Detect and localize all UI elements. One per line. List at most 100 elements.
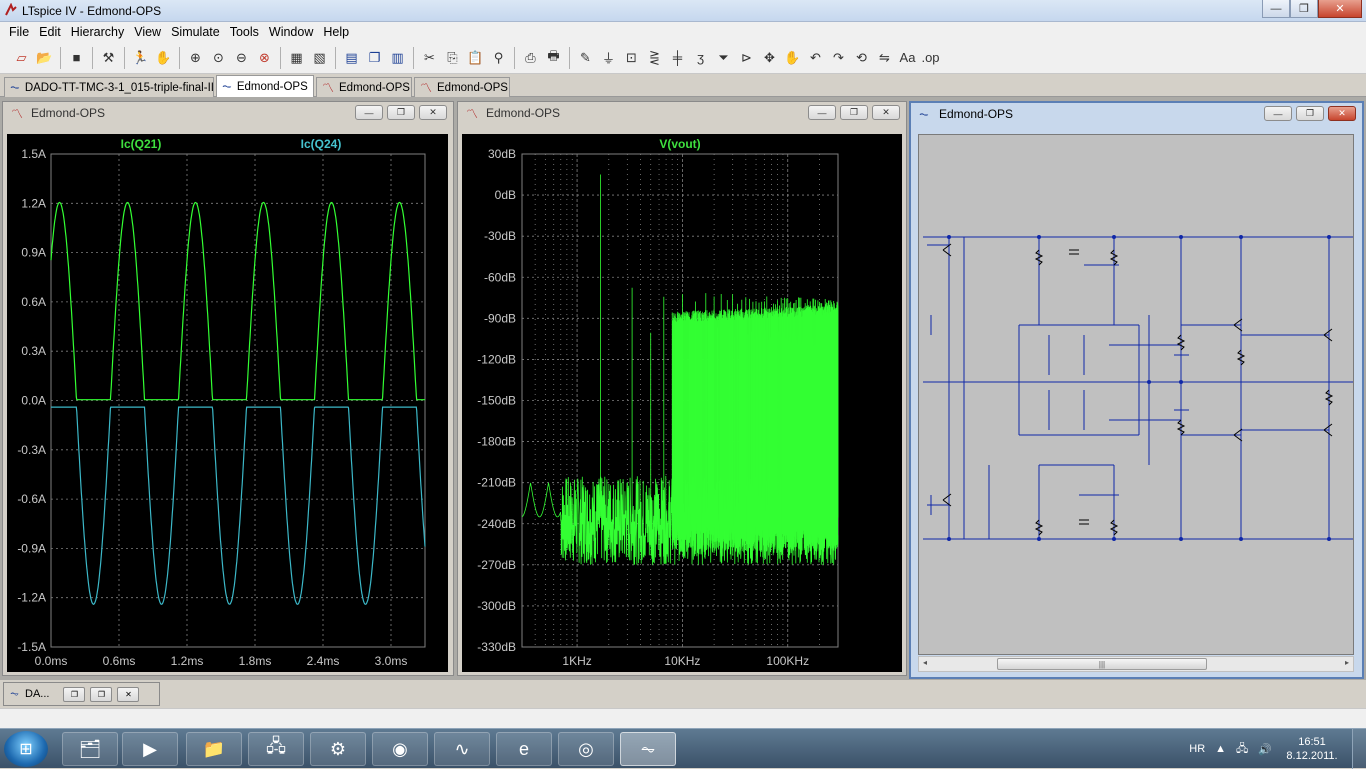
halt-icon[interactable]: ✋ bbox=[152, 46, 175, 69]
scope-taskbar-icon[interactable]: ∿ bbox=[434, 732, 490, 766]
menu-help[interactable]: Help bbox=[318, 25, 354, 39]
antivirus-taskbar-icon[interactable]: ◉ bbox=[372, 732, 428, 766]
plot-pane[interactable]: 30dB 0dB -30dB -60dB -90dB -120dB -150dB -180dB… bbox=[462, 134, 902, 672]
waveform-icon: 〽 bbox=[322, 81, 335, 95]
browser-taskbar-icon[interactable]: ◎ bbox=[558, 732, 614, 766]
internet-explorer-taskbar-icon[interactable]: e bbox=[496, 732, 552, 766]
new-schematic-icon[interactable]: ▱ bbox=[10, 46, 33, 69]
maximize-button[interactable]: ❐ bbox=[1290, 0, 1318, 18]
child-minimize-button[interactable]: — bbox=[355, 105, 383, 120]
rotate-icon[interactable]: ⟲ bbox=[850, 46, 873, 69]
show-desktop-button[interactable] bbox=[1352, 729, 1366, 769]
ltspice-taskbar-icon[interactable]: ⏦ bbox=[620, 732, 676, 766]
wizard-taskbar-icon[interactable]: ⚙ bbox=[310, 732, 366, 766]
child-close-button[interactable]: ✕ bbox=[872, 105, 900, 120]
child-minimize-button[interactable]: — bbox=[1264, 106, 1292, 121]
schematic-canvas[interactable] bbox=[918, 134, 1354, 655]
diode-icon[interactable]: ⏷ bbox=[712, 46, 735, 69]
window-title: LTspice IV - Edmond-OPS bbox=[22, 4, 162, 18]
plot-pane[interactable]: 1.5A 1.2A 0.9A 0.6A 0.3A 0.0A -0.3A -0.6A -0.9A -… bbox=[7, 134, 448, 672]
spice-directive-icon[interactable]: .op bbox=[919, 46, 942, 69]
tab-dado-schematic[interactable]: ⏦ DADO-TT-TMC-3-1_015-triple-final-IIII bbox=[4, 77, 214, 97]
save-icon[interactable]: ■ bbox=[65, 46, 88, 69]
paste-icon[interactable]: 📋 bbox=[464, 46, 487, 69]
run-icon[interactable]: 🏃 bbox=[129, 46, 152, 69]
document-tab-bar: ⏦ DADO-TT-TMC-3-1_015-triple-final-IIII … bbox=[0, 75, 1366, 97]
waveform-window-time[interactable]: 〽 Edmond-OPS — ❐ ✕ 1.5A 1.2A 0.9A 0.6A 0.3A 0… bbox=[2, 101, 454, 676]
language-indicator[interactable]: HR bbox=[1189, 743, 1205, 755]
horizontal-scrollbar[interactable]: ◂ ||| ▸ bbox=[918, 656, 1354, 672]
ground-icon[interactable]: ⏚ bbox=[597, 46, 620, 69]
capacitor-icon[interactable]: ╪ bbox=[666, 46, 689, 69]
resistor-icon[interactable]: ⋛ bbox=[643, 46, 666, 69]
wire-icon[interactable]: ✎ bbox=[574, 46, 597, 69]
schematic-window[interactable]: ⏦ Edmond-OPS — ❐ ✕ ◂ ||| ▸ bbox=[909, 101, 1364, 679]
menu-view[interactable]: View bbox=[129, 25, 166, 39]
child-restore-button[interactable]: ❐ bbox=[840, 105, 868, 120]
copy-icon[interactable]: ⎘ bbox=[441, 46, 464, 69]
scroll-right-icon[interactable]: ▸ bbox=[1345, 658, 1349, 667]
child-minimize-button[interactable]: — bbox=[808, 105, 836, 120]
x-tick-label: 1KHz bbox=[562, 654, 591, 668]
menu-window[interactable]: Window bbox=[264, 25, 318, 39]
network-icon[interactable]: 🖧 bbox=[1236, 740, 1248, 759]
label-net-icon[interactable]: ⊡ bbox=[620, 46, 643, 69]
cascade-icon[interactable]: ❐ bbox=[363, 46, 386, 69]
tab-edmond-schematic[interactable]: ⏦ Edmond-OPS bbox=[216, 75, 314, 97]
tab-edmond-waveform-1[interactable]: 〽 Edmond-OPS bbox=[316, 77, 412, 97]
media-player-taskbar-icon[interactable]: ▶ bbox=[122, 732, 178, 766]
child-close-button[interactable]: ✕ bbox=[419, 105, 447, 120]
tile-vertical-icon[interactable]: ▥ bbox=[386, 46, 409, 69]
explorer-taskbar-icon[interactable]: 🗂 bbox=[62, 732, 118, 766]
drag-icon[interactable]: ✋ bbox=[781, 46, 804, 69]
menu-hierarchy[interactable]: Hierarchy bbox=[66, 25, 130, 39]
schematic-drawing[interactable] bbox=[919, 135, 1353, 654]
menu-simulate[interactable]: Simulate bbox=[166, 25, 225, 39]
maximize-button[interactable]: ❐ bbox=[90, 686, 113, 702]
waveform-window-fft[interactable]: 〽 Edmond-OPS — ❐ ✕ 30dB 0dB -30dB -60dB -90d… bbox=[457, 101, 907, 676]
autorange-icon[interactable]: ▦ bbox=[285, 46, 308, 69]
close-button[interactable]: ✕ bbox=[117, 686, 140, 702]
text-icon[interactable]: Aa bbox=[896, 46, 919, 69]
zoom-fit-icon[interactable]: ⊗ bbox=[253, 46, 276, 69]
component-icon[interactable]: ⊳ bbox=[735, 46, 758, 69]
delete-traces-icon[interactable]: ▧ bbox=[308, 46, 331, 69]
menu-tools[interactable]: Tools bbox=[225, 25, 264, 39]
child-close-button[interactable]: ✕ bbox=[1328, 106, 1356, 121]
volume-icon[interactable]: 🔊 bbox=[1258, 743, 1272, 756]
restore-button[interactable]: ❐ bbox=[63, 686, 86, 702]
zoom-out-icon[interactable]: ⊖ bbox=[230, 46, 253, 69]
print-icon[interactable]: 🖶 bbox=[542, 46, 565, 69]
mirror-icon[interactable]: ⇋ bbox=[873, 46, 896, 69]
fft-plot[interactable]: 30dB 0dB -30dB -60dB -90dB -120dB -150dB -180dB… bbox=[462, 134, 902, 672]
move-icon[interactable]: ✥ bbox=[758, 46, 781, 69]
menu-edit[interactable]: Edit bbox=[34, 25, 66, 39]
find-icon[interactable]: ⚲ bbox=[487, 46, 510, 69]
network-taskbar-icon[interactable]: 🖧 bbox=[248, 732, 304, 766]
y-tick-label: 1.2A bbox=[21, 196, 46, 210]
menu-file[interactable]: File bbox=[4, 25, 34, 39]
undo-icon[interactable]: ↶ bbox=[804, 46, 827, 69]
minimized-window[interactable]: ⏦ DA... ❐ ❐ ✕ bbox=[3, 682, 160, 706]
scroll-thumb[interactable]: ||| bbox=[997, 658, 1207, 670]
zoom-in-icon[interactable]: ⊕ bbox=[184, 46, 207, 69]
time-domain-plot[interactable]: 1.5A 1.2A 0.9A 0.6A 0.3A 0.0A -0.3A -0.6A -0.9A -… bbox=[7, 134, 448, 672]
tray-expand-icon[interactable]: ▲ bbox=[1215, 743, 1226, 755]
tile-horizontal-icon[interactable]: ▤ bbox=[340, 46, 363, 69]
child-restore-button[interactable]: ❐ bbox=[387, 105, 415, 120]
scroll-left-icon[interactable]: ◂ bbox=[923, 658, 927, 667]
clock[interactable]: 16:51 8.12.2011. bbox=[1282, 735, 1342, 763]
folder-taskbar-icon[interactable]: 📁 bbox=[186, 732, 242, 766]
cut-icon[interactable]: ✂ bbox=[418, 46, 441, 69]
inductor-icon[interactable]: ʒ bbox=[689, 46, 712, 69]
open-icon[interactable]: 📂 bbox=[33, 46, 56, 69]
pan-icon[interactable]: ⊙ bbox=[207, 46, 230, 69]
close-button[interactable]: ✕ bbox=[1318, 0, 1362, 18]
start-button[interactable]: ⊞ bbox=[4, 731, 48, 767]
print-setup-icon[interactable]: ⎙ bbox=[519, 46, 542, 69]
minimize-button[interactable]: — bbox=[1262, 0, 1290, 18]
redo-icon[interactable]: ↷ bbox=[827, 46, 850, 69]
control-panel-icon[interactable]: ⚒ bbox=[97, 46, 120, 69]
tab-edmond-waveform-2[interactable]: 〽 Edmond-OPS bbox=[414, 77, 510, 97]
child-restore-button[interactable]: ❐ bbox=[1296, 106, 1324, 121]
